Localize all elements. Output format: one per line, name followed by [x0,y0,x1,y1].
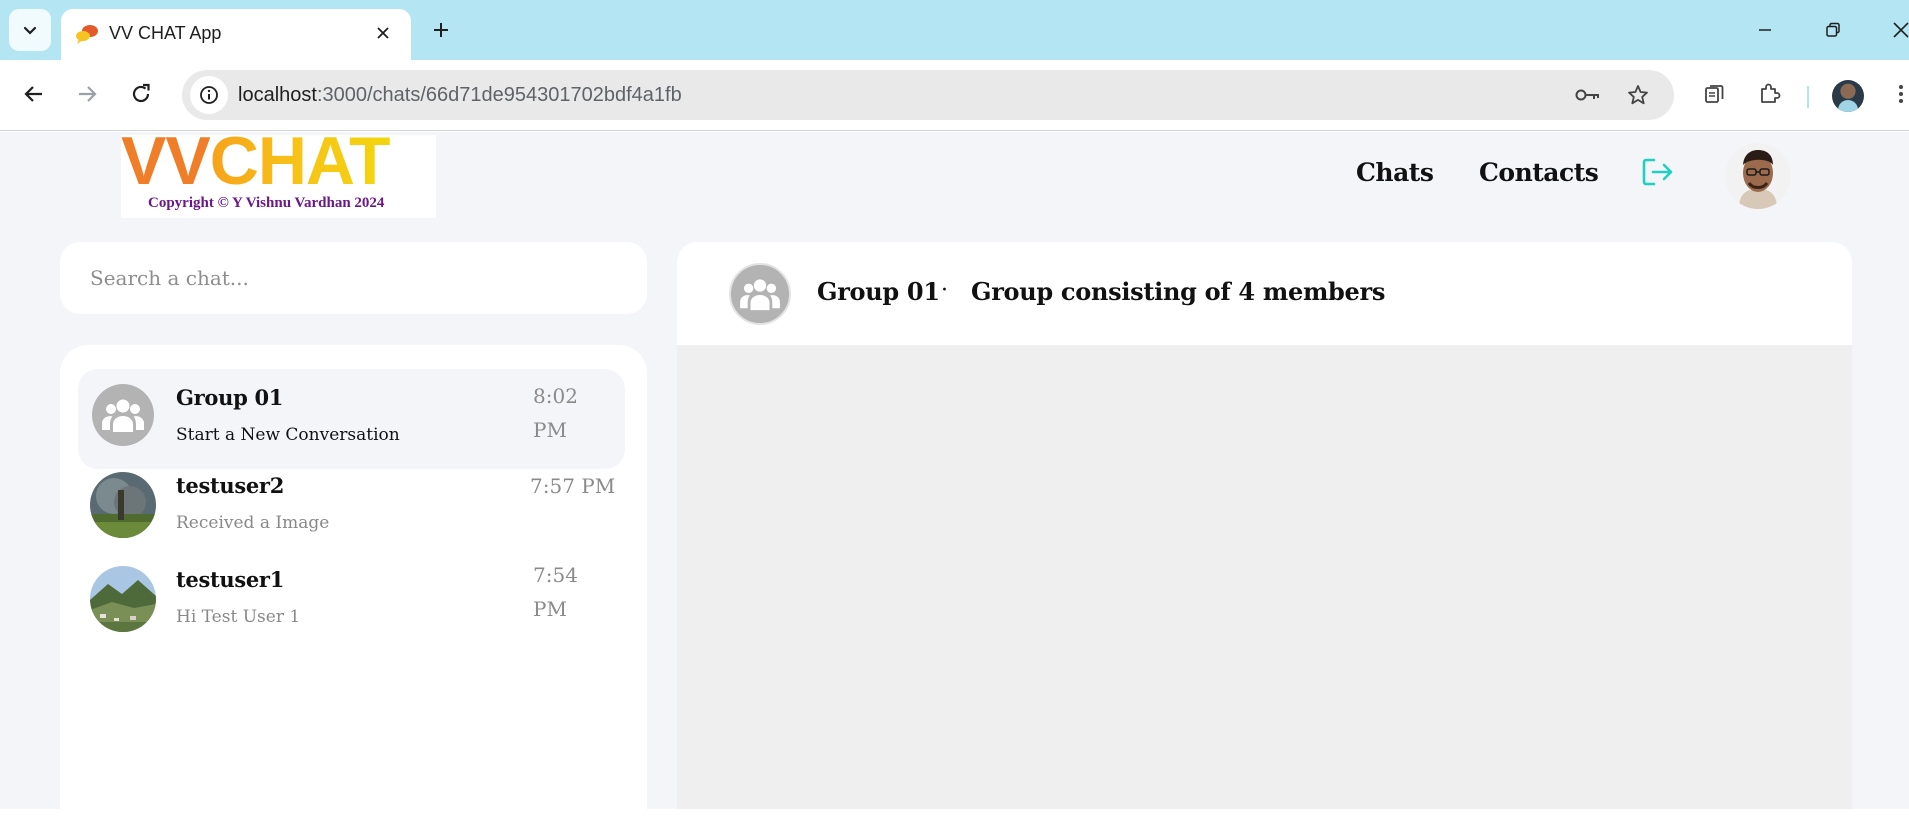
chat-name: Group 01 [176,385,284,410]
browser-profile-avatar[interactable] [1832,80,1864,112]
contact-avatar [90,472,156,538]
contact-avatar [90,566,156,632]
chat-time: 7:54 PM [533,563,578,621]
browser-tab[interactable]: VV CHAT App [61,9,411,60]
plus-icon [434,23,448,37]
forward-arrow-icon [79,86,97,102]
conversation-description: Group consisting of 4 members [971,277,1386,306]
nav-chats-link[interactable]: Chats [1356,158,1434,187]
back-button[interactable] [14,74,54,114]
user-avatar[interactable] [1725,143,1791,209]
chevron-down-icon [23,26,37,35]
chat-time: 7:57 PM [530,474,616,498]
chat-name: testuser1 [176,567,285,592]
chat-time: 8:02 PM [533,384,578,442]
conversation-group-avatar[interactable] [729,263,791,325]
url-text[interactable]: localhost:3000/chats/66d71de954301702bdf… [238,84,682,107]
search-chat-input[interactable] [60,242,647,314]
group-avatar [92,384,154,446]
bookmark-button[interactable] [1622,79,1654,111]
conversation-title: Group 01 [817,277,940,306]
chat-name: testuser2 [176,473,285,498]
toolbar-divider [1807,86,1809,108]
conversation-separator: · [941,278,948,303]
reload-button[interactable] [121,74,161,114]
info-icon [200,86,218,104]
new-tab-button[interactable] [425,14,457,46]
logo-vv: VV [121,132,211,199]
close-window-button[interactable] [1881,10,1909,50]
more-vertical-icon [1899,85,1903,103]
reading-list-button[interactable] [1694,74,1734,114]
chat-last-message: Start a New Conversation [176,425,400,445]
tab-close-button[interactable] [369,19,397,47]
reading-list-icon [1705,85,1724,103]
chat-list: Group 01 Start a New Conversation 8:02 P… [60,345,647,809]
restore-icon [1826,22,1840,37]
chat-list-item[interactable]: testuser2 Received a Image 7:57 PM [78,469,625,569]
puzzle-icon [1761,83,1781,103]
group-icon [102,399,144,432]
chat-list-item[interactable]: testuser1 Hi Test User 1 7:54 PM [78,563,625,663]
logo-chat: CHAT [210,132,391,199]
more-menu-button[interactable] [1881,74,1909,114]
message-area [677,345,1852,809]
user-face-photo [1725,143,1791,209]
password-key-button[interactable] [1572,79,1604,111]
logout-icon [1642,158,1673,186]
tab-search-button[interactable] [9,9,51,51]
tab-title: VV CHAT App [109,23,222,43]
logo-copyright: Copyright © Y Vishnu Vardhan 2024 [148,195,385,211]
conversation-panel: Group 01 · Group consisting of 4 members [677,242,1852,809]
site-info-button[interactable] [190,76,228,114]
vvchat-logo[interactable]: VVCHAT Copyright © Y Vishnu Vardhan 2024 [121,132,436,218]
chat-app: VVCHAT Copyright © Y Vishnu Vardhan 2024… [0,132,1909,809]
logo-wordmark: VVCHAT [121,132,391,195]
search-card [60,242,647,314]
address-bar[interactable]: localhost:3000/chats/66d71de954301702bdf… [182,70,1674,120]
extensions-button[interactable] [1749,74,1789,114]
star-icon [1628,85,1648,105]
nav-contacts-link[interactable]: Contacts [1479,158,1599,187]
chat-last-message: Received a Image [176,513,330,533]
minimize-button[interactable] [1745,10,1785,50]
avatar-photo [90,566,156,632]
back-arrow-icon [24,86,42,102]
close-icon [377,27,389,39]
conversation-header: Group 01 · Group consisting of 4 members [677,242,1852,345]
group-icon [740,279,780,311]
forward-button[interactable] [67,74,107,114]
minimize-icon [1759,29,1771,31]
avatar-photo [90,472,156,538]
reload-icon [132,83,150,103]
chat-last-message: Hi Test User 1 [176,607,301,627]
url-host: localhost [238,84,317,106]
key-icon [1575,89,1599,101]
close-window-icon [1893,22,1909,38]
chat-list-item[interactable]: Group 01 Start a New Conversation 8:02 P… [78,369,625,469]
logout-button[interactable] [1640,154,1676,190]
chat-bubbles-favicon-icon [76,25,98,44]
browser-toolbar: localhost:3000/chats/66d71de954301702bdf… [0,60,1909,131]
url-path: :3000/chats/66d71de954301702bdf4a1fb [316,84,682,106]
browser-tabstrip: VV CHAT App [0,0,1909,60]
restore-button[interactable] [1813,10,1853,50]
